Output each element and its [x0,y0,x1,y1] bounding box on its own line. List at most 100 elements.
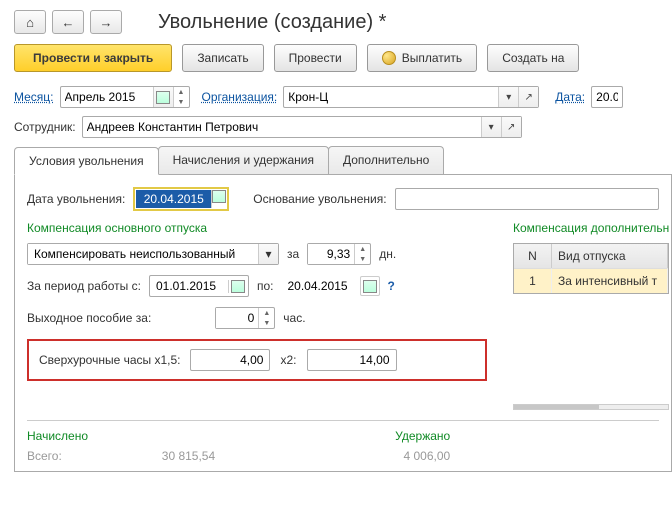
org-input[interactable] [284,87,498,107]
accrued-row-label: Всего: [27,449,62,463]
fire-date-label: Дата увольнения: [27,192,125,206]
fire-date-field[interactable] [133,187,229,211]
period-from-input[interactable] [150,279,228,293]
basis-input[interactable] [396,189,658,209]
overtime2-label: x2: [280,353,296,367]
date-field[interactable] [591,86,623,108]
employee-dropdown-button[interactable]: ▾ [481,117,501,137]
calendar-icon [212,190,226,203]
grid-cell-n: 1 [514,268,552,293]
overtime15-label: Сверхурочные часы x1,5: [39,353,180,367]
grid-header: N Вид отпуска [514,244,668,268]
pay-button[interactable]: Выплатить [367,44,478,72]
employee-open-button[interactable]: ↗ [501,117,521,137]
org-field[interactable]: ▾ ↗ [283,86,539,108]
grid-row[interactable]: 1 За интенсивный т [514,268,668,293]
month-calendar-button[interactable] [153,87,173,107]
chevron-down-icon: ▾ [265,247,271,261]
date-input[interactable] [592,87,622,107]
overtime2-input[interactable] [307,349,397,371]
chevron-down-icon: ▾ [489,122,494,133]
org-dropdown-button[interactable]: ▾ [498,87,518,107]
period-from-calendar-button[interactable] [228,280,248,293]
spin-down-icon[interactable]: ▼ [259,318,274,328]
tab-conditions[interactable]: Условия увольнения [14,147,159,175]
grid-scrollbar[interactable] [513,404,669,410]
spin-up-icon[interactable]: ▲ [355,244,370,254]
home-button[interactable]: ⌂ [14,10,46,34]
days-unit-label: дн. [379,247,396,261]
employee-label: Сотрудник: [14,120,76,134]
run-and-close-button[interactable]: Провести и закрыть [14,44,172,72]
days-spinner[interactable]: ▲▼ [354,244,370,264]
date-label[interactable]: Дата: [555,90,585,104]
period-from-field[interactable] [149,275,249,297]
grid-col-type: Вид отпуска [552,244,668,268]
page-title: Увольнение (создание) * [158,11,386,34]
spin-down-icon[interactable]: ▼ [355,254,370,264]
severance-label: Выходное пособие за: [27,311,151,325]
days-input[interactable] [308,244,354,264]
employee-input[interactable] [83,117,481,137]
comp-mode-select[interactable]: ▾ [27,243,279,265]
open-icon: ↗ [507,122,515,133]
severance-unit-label: час. [283,311,305,325]
basis-field[interactable] [395,188,659,210]
scrollbar-thumb[interactable] [514,405,599,409]
help-button[interactable]: ? [388,279,395,293]
run-button[interactable]: Провести [274,44,357,72]
arrow-right-icon: → [100,15,113,30]
days-field[interactable]: ▲▼ [307,243,371,265]
create-based-on-button[interactable]: Создать на [487,44,579,72]
accrued-value: 30 815,54 [65,449,215,463]
grid-cell-type: За интенсивный т [552,268,668,293]
vacation-grid[interactable]: N Вид отпуска 1 За интенсивный т [513,243,669,294]
grid-col-n: N [514,244,552,268]
period-label: За период работы с: [27,279,141,293]
org-open-button[interactable]: ↗ [518,87,538,107]
comp-main-heading: Компенсация основного отпуска [27,221,487,235]
month-label[interactable]: Месяц: [14,90,54,104]
tab-accruals[interactable]: Начисления и удержания [158,146,329,174]
overtime15-input[interactable] [190,349,270,371]
spin-down-icon[interactable]: ▼ [174,97,189,107]
comp-mode-dropdown-button[interactable]: ▾ [258,244,278,264]
home-icon: ⌂ [26,15,34,30]
month-field[interactable]: ▲▼ [60,86,190,108]
spin-up-icon[interactable]: ▲ [174,87,189,97]
calendar-icon [156,91,170,104]
for-label: за [287,247,299,261]
severance-field[interactable]: ▲▼ [215,307,275,329]
calendar-icon [231,280,245,293]
pay-button-label: Выплатить [402,51,463,65]
chevron-down-icon: ▾ [506,92,511,103]
accrued-heading: Начислено [27,429,215,443]
employee-field[interactable]: ▾ ↗ [82,116,522,138]
severance-spinner[interactable]: ▲▼ [258,308,274,328]
comp-additional-heading: Компенсация дополнительн [513,221,669,235]
period-to-input [282,279,360,293]
fire-date-calendar-button[interactable] [211,190,226,208]
org-label[interactable]: Организация: [202,90,278,104]
withheld-heading: Удержано [395,429,450,443]
save-button[interactable]: Записать [182,44,263,72]
spin-up-icon[interactable]: ▲ [259,308,274,318]
withheld-value: 4 006,00 [395,449,450,463]
month-spinner[interactable]: ▲▼ [173,87,189,107]
arrow-left-icon: ← [62,15,75,30]
month-input[interactable] [61,87,153,107]
overtime-group: Сверхурочные часы x1,5: x2: [27,339,487,381]
forward-button[interactable]: → [90,10,122,34]
fire-date-input[interactable] [136,190,211,208]
period-to-field [282,275,380,297]
calendar-icon [363,280,377,293]
severance-input[interactable] [216,308,258,328]
period-to-calendar-button[interactable] [360,276,380,296]
open-icon: ↗ [525,92,533,103]
comp-mode-input[interactable] [28,244,258,264]
coin-icon [382,51,396,65]
tab-additional[interactable]: Дополнительно [328,146,444,174]
back-button[interactable]: ← [52,10,84,34]
basis-label: Основание увольнения: [253,192,386,206]
period-to-label: по: [257,279,274,293]
